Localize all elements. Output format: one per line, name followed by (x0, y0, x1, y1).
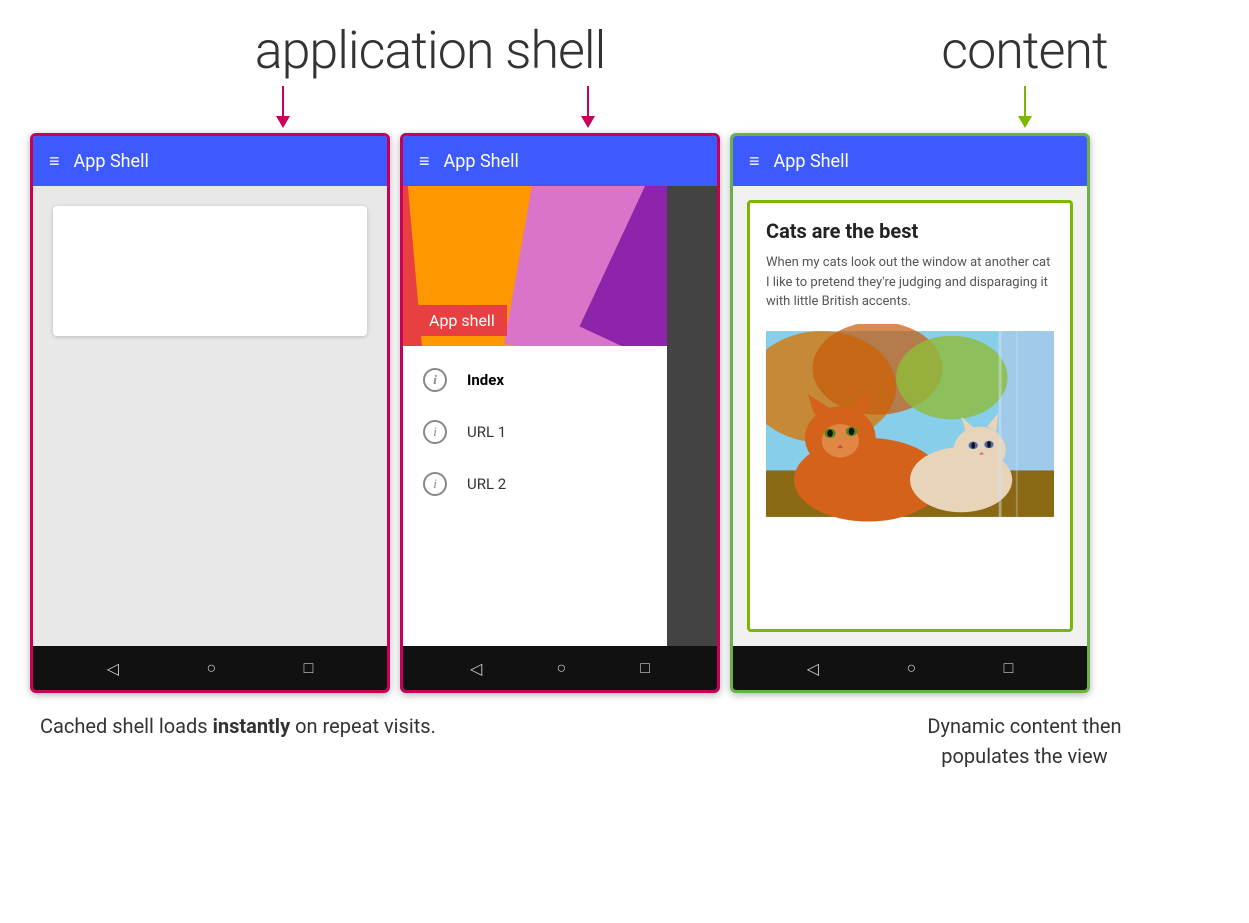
content-card-title: Cats are the best (766, 219, 1054, 243)
phone3-title: App Shell (774, 151, 849, 172)
drawer-panel: App shell i Index i URL 1 (403, 186, 667, 646)
drawer-item-index[interactable]: i Index (403, 354, 667, 406)
phone3-home-btn[interactable]: ○ (906, 658, 916, 678)
arrows-right (830, 86, 1219, 128)
cat-image (766, 324, 1054, 524)
page-container: application shell content (0, 0, 1249, 923)
phone3-back-btn[interactable]: ◁ (807, 659, 819, 678)
content-card: Cats are the best When my cats look out … (747, 200, 1073, 632)
phone3-recents-btn[interactable]: □ (1004, 658, 1014, 678)
captions-row: Cached shell loads instantly on repeat v… (30, 711, 1219, 771)
hamburger-icon-2: ≡ (419, 151, 432, 172)
phone3-nav-bar: ◁ ○ □ (733, 646, 1087, 690)
arrows-row (30, 86, 1219, 128)
content-title: content (830, 20, 1219, 81)
phone2-back-btn[interactable]: ◁ (470, 659, 482, 678)
phone2-title: App Shell (444, 151, 519, 172)
phone2-home-btn[interactable]: ○ (556, 658, 566, 678)
drawer-menu-items: i Index i URL 1 i URL 2 (403, 346, 667, 518)
phone1-app-bar: ≡ App Shell (33, 136, 387, 186)
caption-right: Dynamic content then populates the view (830, 711, 1219, 771)
arrow-head-3 (1018, 116, 1032, 128)
phones-row: ≡ App Shell ◁ ○ □ ≡ App Shell (30, 133, 1219, 693)
phone1-recents-btn[interactable]: □ (304, 658, 314, 678)
phone1-back-btn[interactable]: ◁ (107, 659, 119, 678)
phone1-nav-bar: ◁ ○ □ (33, 646, 387, 690)
phone-1: ≡ App Shell ◁ ○ □ (30, 133, 390, 693)
content-card-body: When my cats look out the window at anot… (766, 253, 1054, 312)
phone2-body: App shell i Index i URL 1 (403, 186, 717, 646)
arrow-phone1 (276, 86, 290, 128)
cat-svg (766, 324, 1054, 524)
arrow-stem-3 (1024, 86, 1026, 116)
hamburger-icon-1: ≡ (49, 151, 62, 172)
drawer-item-url2[interactable]: i URL 2 (403, 458, 667, 510)
arrow-stem-2 (587, 86, 589, 116)
phone2-dark-overlay (662, 186, 717, 646)
phone-2: ≡ App Shell (400, 133, 720, 693)
caption-left: Cached shell loads instantly on repeat v… (30, 711, 830, 741)
caption-right-line2: populates the view (941, 744, 1107, 768)
phone1-content-placeholder (53, 206, 367, 336)
phone3-app-bar: ≡ App Shell (733, 136, 1087, 186)
caption-left-pre: Cached shell loads (40, 714, 213, 738)
arrow-phone2 (581, 86, 595, 128)
phone2-app-bar: ≡ App Shell (403, 136, 717, 186)
arrow-head-2 (581, 116, 595, 128)
drawer-item-label-url2: URL 2 (467, 475, 506, 493)
content-heading: content (941, 20, 1108, 81)
caption-right-line1: Dynamic content then (927, 714, 1121, 738)
phone2-recents-btn[interactable]: □ (640, 658, 650, 678)
app-shell-heading: application shell (255, 20, 606, 81)
drawer-app-shell-label: App shell (417, 305, 507, 336)
info-icon-url1: i (423, 420, 447, 444)
arrow-head-1 (276, 116, 290, 128)
phone1-title: App Shell (74, 151, 149, 172)
info-icon-index: i (423, 368, 447, 392)
arrow-phone3 (1018, 86, 1032, 128)
drawer-header-image: App shell (403, 186, 667, 346)
phone2-nav-bar: ◁ ○ □ (403, 646, 717, 690)
titles-row: application shell content (30, 20, 1219, 81)
drawer-label-text: App shell (417, 305, 507, 336)
app-shell-titles: application shell (30, 20, 830, 81)
phone3-body: Cats are the best When my cats look out … (733, 186, 1087, 646)
hamburger-icon-3: ≡ (749, 151, 762, 172)
phone-3: ≡ App Shell Cats are the best When my ca… (730, 133, 1090, 693)
drawer-item-label-index: Index (467, 371, 504, 389)
arrow-stem-1 (282, 86, 284, 116)
caption-left-bold: instantly (213, 714, 291, 738)
arrows-left (30, 86, 830, 128)
caption-left-post: on repeat visits. (290, 714, 436, 738)
phone1-home-btn[interactable]: ○ (206, 658, 216, 678)
phone1-body (33, 186, 387, 646)
drawer-item-label-url1: URL 1 (467, 423, 506, 441)
drawer-item-url1[interactable]: i URL 1 (403, 406, 667, 458)
info-icon-url2: i (423, 472, 447, 496)
